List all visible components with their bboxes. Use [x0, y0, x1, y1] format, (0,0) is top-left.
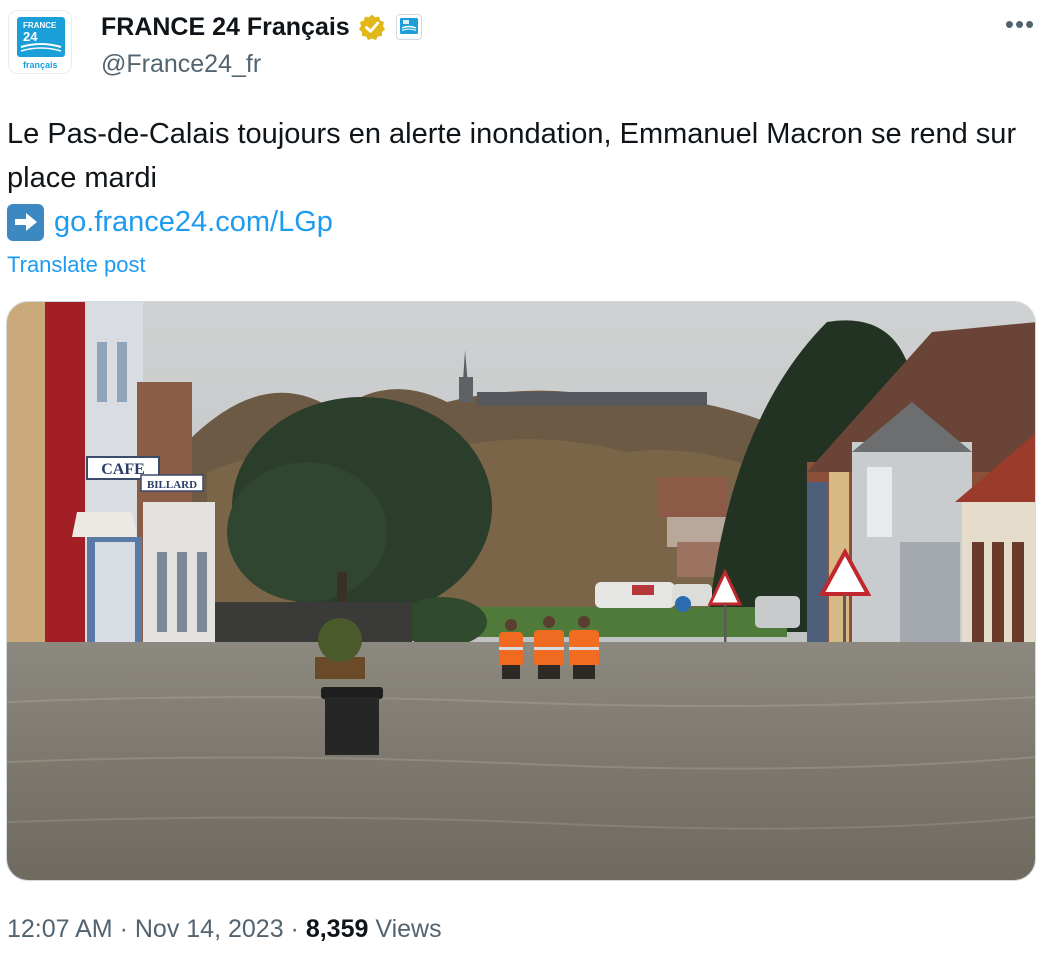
gold-verified-badge-icon[interactable]: [358, 13, 386, 41]
display-name[interactable]: FRANCE 24 Français: [101, 11, 350, 43]
account-handle[interactable]: @France24_fr: [101, 48, 261, 80]
post-meta: 12:07 AM · Nov 14, 2023 · 8,359 Views: [7, 912, 442, 946]
views-label: Views: [375, 915, 442, 943]
article-link[interactable]: go.france24.com/LGp: [54, 206, 333, 239]
link-line: go.france24.com/LGp: [7, 200, 333, 244]
post-date[interactable]: Nov 14, 2023: [135, 915, 284, 943]
meta-separator: ·: [119, 915, 128, 943]
billard-sign: BILLARD: [147, 479, 197, 491]
display-name-row[interactable]: FRANCE 24 Français: [101, 11, 422, 43]
avatar-logo-line3: français: [23, 60, 58, 70]
tweet-photo[interactable]: CAFE BILLARD: [6, 301, 1036, 881]
post-time[interactable]: 12:07 AM: [7, 915, 113, 943]
tweet: FRANCE 24 français FRANCE 24 Français @F…: [0, 0, 1056, 966]
right-arrow-emoji-icon: [7, 203, 44, 241]
tweet-text: Le Pas-de-Calais toujours en alerte inon…: [7, 118, 1017, 194]
avatar[interactable]: FRANCE 24 français: [8, 10, 72, 74]
cafe-sign: CAFE: [101, 461, 145, 478]
avatar-logo-line2: 24: [23, 29, 38, 44]
views-count: 8,359: [305, 915, 369, 943]
translate-post-button[interactable]: Translate post: [7, 251, 146, 279]
france24-affiliate-icon[interactable]: [395, 14, 422, 40]
more-options-icon[interactable]: •••: [1000, 11, 1040, 44]
meta-separator: ·: [290, 915, 299, 943]
flooded-street-photo: CAFE BILLARD: [7, 302, 1035, 880]
france24-logo-icon: FRANCE 24 français: [9, 11, 71, 73]
